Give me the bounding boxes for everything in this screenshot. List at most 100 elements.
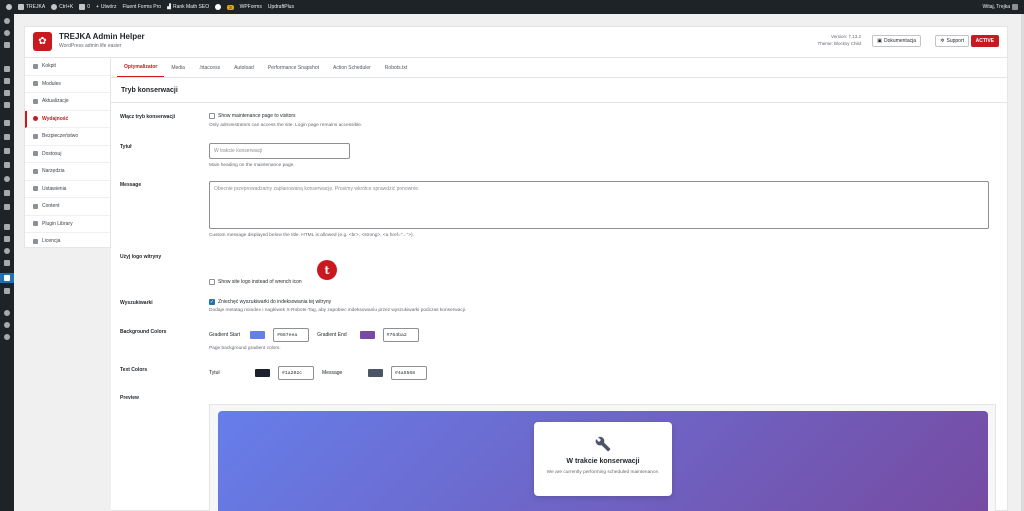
gradient-end-input[interactable]: #764ba2 (382, 328, 419, 342)
use-logo-label: Użyj logo witryny (120, 254, 162, 260)
nav-item-kokpit[interactable]: Kokpit (25, 58, 110, 76)
plugins-menu-icon[interactable] (4, 236, 10, 242)
arrow-menu-icon-3[interactable] (4, 162, 10, 168)
arrow-menu-icon[interactable] (4, 134, 10, 140)
search-icon (51, 4, 58, 10)
collapse-menu-icon[interactable] (4, 334, 10, 340)
use-logo-checkbox[interactable] (209, 279, 215, 285)
admin-bar: TREJKA Ctrl+K 0 + Utwórz Fluent Forms Pro… (0, 0, 1024, 14)
message-field: Obecnie przeprowadzamy zaplanowaną konse… (209, 181, 989, 238)
shield-menu-icon[interactable] (4, 310, 10, 316)
comments-menu-icon[interactable] (4, 102, 10, 108)
comment-icon (79, 4, 86, 10)
nav-item-wydajnosc[interactable]: Wydajność (25, 110, 110, 128)
site-logo-preview: t (317, 260, 337, 280)
nav-item-modules[interactable]: Modules (25, 76, 110, 93)
tab-bar: Optymalizator Media .htaccess Autoload P… (117, 58, 414, 77)
nav-item-dostosuj[interactable]: Dostosuj (25, 146, 110, 163)
title-desc: Main heading on the maintenance page. (209, 163, 295, 168)
discourage-search-checkbox[interactable]: ✓ (209, 299, 215, 305)
use-logo-field: Show site logo instead of wrench icon (209, 279, 302, 285)
tab-htaccess[interactable]: .htaccess (192, 58, 227, 77)
adminbar-wpforms[interactable]: WPForms (240, 4, 262, 10)
gradient-start-swatch[interactable] (250, 331, 266, 339)
plugin-title: TREJKA Admin Helper (59, 32, 145, 41)
enable-maintenance-checkbox[interactable] (209, 113, 215, 119)
adminbar-rank-math[interactable]: ▟ Rank Math SEO (167, 4, 209, 10)
arrow-menu-icon-2[interactable] (4, 148, 10, 154)
rankmath-icon: ▟ (167, 4, 171, 10)
nav-item-licencja[interactable]: Licencja (25, 233, 110, 251)
active-status-button[interactable]: ACTIVE (970, 35, 999, 47)
tab-performance-snapshot[interactable]: Performance Snapshot (261, 58, 326, 77)
plugin-logo-icon: ✿ (33, 32, 52, 51)
gradient-start-input[interactable]: #667eea (273, 328, 310, 342)
main-content: Optymalizator Media .htaccess Autoload P… (111, 58, 1008, 511)
adminbar-command-palette[interactable]: Ctrl+K (51, 4, 73, 10)
woocommerce-menu-icon[interactable] (4, 120, 10, 126)
nav-item-narzedzia[interactable]: Narzędzia (25, 163, 110, 181)
nav-item-aktualizacje[interactable]: Aktualizacje (25, 93, 110, 111)
plugin-meta: Version: 7.13.2 Theme: Blocksy Child (817, 33, 861, 47)
media-menu-icon[interactable] (4, 78, 10, 84)
adminbar-comments[interactable]: 0 (79, 4, 90, 10)
preview-label: Preview (120, 395, 139, 401)
seo-menu-icon[interactable] (4, 322, 10, 328)
documentation-button[interactable]: ▣ Dokumentacja (872, 35, 921, 47)
adminbar-fluent-forms[interactable]: Fluent Forms Pro (122, 4, 161, 10)
version-text: Version: 7.13.2 (830, 34, 861, 39)
dashboard-menu-icon[interactable] (4, 18, 10, 24)
preview-card: W trakcie konserwacji We are currently p… (534, 422, 672, 496)
background-colors-desc: Page background gradient colors. (209, 346, 281, 351)
title-input[interactable]: W trakcie konserwacji (209, 143, 350, 159)
dashboard-icon (33, 63, 38, 69)
adminbar-updraftplus[interactable]: UpdraftPlus (268, 4, 294, 10)
plugin-header: ✿ TREJKA Admin Helper WordPress admin li… (24, 26, 1008, 58)
table-menu-icon[interactable] (4, 288, 10, 294)
nav-item-ustawienia[interactable]: Ustawienia (25, 181, 110, 198)
link-menu-icon[interactable] (4, 176, 10, 182)
tab-autoload[interactable]: Autoload (227, 58, 261, 77)
message-color-label: Message (322, 370, 343, 376)
pages-menu-icon[interactable] (4, 90, 10, 96)
forms-menu-icon[interactable] (4, 42, 10, 48)
tab-divider (111, 77, 1008, 78)
gear-icon: ✲ (940, 38, 945, 44)
performance-icon (33, 116, 38, 122)
brush-menu-icon[interactable] (4, 224, 10, 230)
calendar-menu-icon[interactable] (4, 204, 10, 210)
support-button[interactable]: ✲ Support (935, 35, 969, 47)
message-color-input[interactable]: #4a5568 (391, 366, 427, 380)
text-colors-label: Text Colors (120, 367, 148, 373)
pin-menu-icon[interactable] (4, 66, 10, 72)
message-textarea[interactable]: Obecnie przeprowadzamy zaplanowaną konse… (209, 181, 989, 229)
adminbar-site[interactable]: TREJKA (18, 4, 45, 10)
settings-menu-icon (4, 275, 10, 281)
license-icon (33, 238, 38, 244)
title-color-swatch[interactable] (255, 369, 270, 377)
tools-menu-icon[interactable] (4, 260, 10, 266)
nav-item-plugin-library[interactable]: Plugin Library (25, 216, 110, 233)
adminbar-account[interactable]: Witaj, Trejka (982, 4, 1018, 10)
tab-robots-txt[interactable]: Robots.txt (378, 58, 415, 77)
section-title: Tryb konserwacji (121, 87, 178, 94)
tab-optymalizator[interactable]: Optymalizator (117, 58, 165, 77)
nav-item-content[interactable]: Content (25, 198, 110, 216)
gradient-end-swatch[interactable] (359, 331, 375, 339)
title-color-input[interactable]: #1a202c (278, 366, 314, 380)
content-icon (33, 203, 38, 209)
users-menu-icon[interactable] (4, 248, 10, 254)
tab-action-scheduler[interactable]: Action Scheduler (326, 58, 378, 77)
adminbar-new[interactable]: + Utwórz (96, 4, 116, 10)
tab-media[interactable]: Media (164, 58, 192, 77)
stats-menu-icon[interactable] (4, 190, 10, 196)
background-colors-field: Gradient Start #667eea Gradient End #764… (209, 328, 419, 351)
helper-menu-icon[interactable] (4, 30, 10, 36)
nav-item-bezpieczenstwo[interactable]: Bezpieczeństwo (25, 128, 110, 146)
modules-icon (33, 81, 38, 87)
message-color-swatch[interactable] (368, 369, 383, 377)
adminbar-notifications[interactable]: 3 (227, 4, 234, 10)
wordpress-logo-icon[interactable] (6, 4, 12, 10)
theme-text: Theme: Blocksy Child (817, 41, 861, 46)
adminbar-info[interactable] (215, 4, 222, 10)
